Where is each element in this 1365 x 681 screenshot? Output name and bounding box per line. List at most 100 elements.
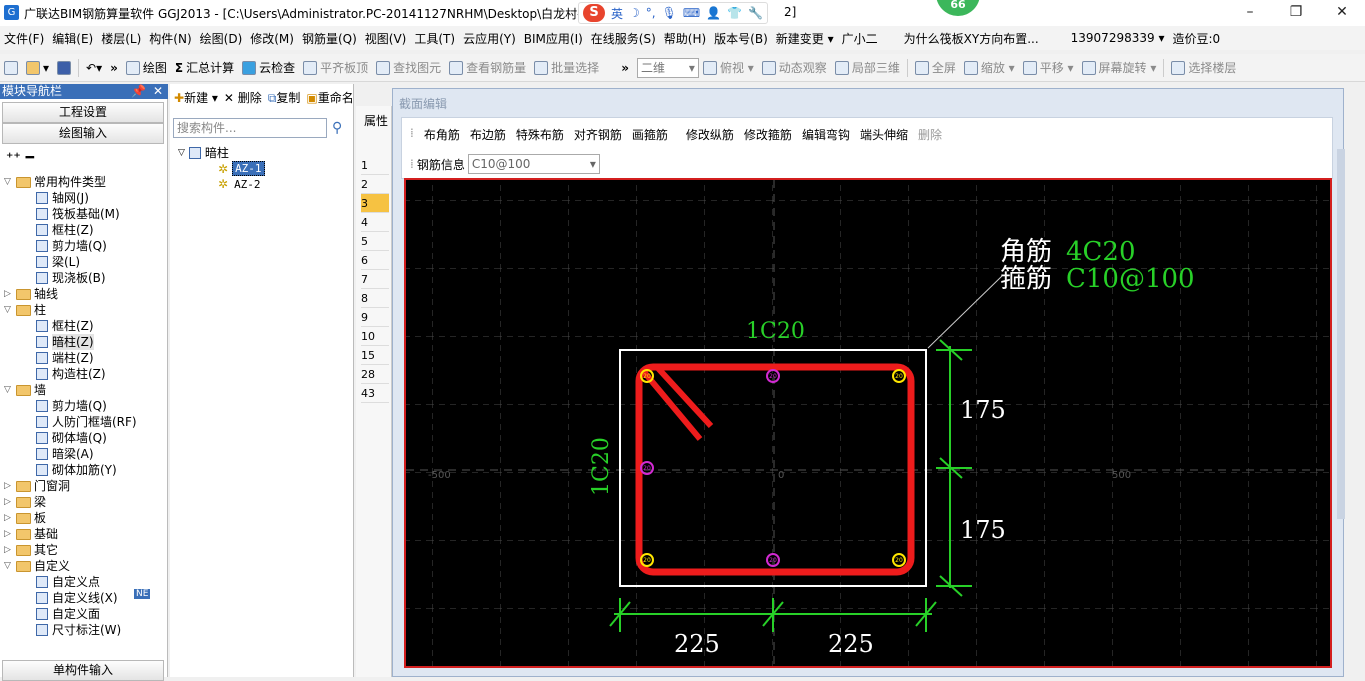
tree-item[interactable]: 框柱(Z) — [4, 222, 164, 238]
menu-item[interactable]: 为什么筏板XY方向布置... — [900, 30, 1043, 47]
menu-item[interactable]: 绘图(D) — [196, 30, 247, 47]
property-row-number[interactable]: 2 — [361, 175, 389, 194]
property-row-number[interactable]: 9 — [361, 308, 389, 327]
batch-select-button[interactable]: 批量选择 — [530, 59, 603, 76]
menu-item[interactable]: 楼层(L) — [97, 30, 145, 47]
moon-icon[interactable]: ☽ — [629, 6, 640, 20]
expand-icon[interactable]: ▷ — [4, 542, 16, 558]
select-floor-button[interactable]: 选择楼层 — [1167, 59, 1240, 76]
section-tool-button[interactable]: 特殊布筋 — [512, 126, 568, 143]
view-mode-select[interactable]: 二维 ▾ — [636, 57, 699, 78]
property-row-number[interactable]: 43 — [361, 384, 389, 403]
section-tool-button[interactable]: 布角筋 — [420, 126, 464, 143]
menu-item[interactable]: 视图(V) — [361, 30, 411, 47]
menu-item[interactable]: 新建变更 ▾ — [772, 30, 838, 47]
section-tool-button[interactable]: 端头伸缩 — [856, 126, 912, 143]
shirt-icon[interactable]: 👕 — [727, 6, 742, 20]
tree-folder[interactable]: ▽ 墙 — [4, 382, 164, 398]
drawing-input-button[interactable]: 绘图输入 — [2, 123, 164, 144]
tree-folder[interactable]: ▽ 自定义 — [4, 558, 164, 574]
tree-item[interactable]: 构造柱(Z) — [4, 366, 164, 382]
menu-item[interactable]: 云应用(Y) — [459, 30, 520, 47]
section-tool-button[interactable]: 布边筋 — [466, 126, 510, 143]
tree-item[interactable]: 现浇板(B) — [4, 270, 164, 286]
pan-button[interactable]: 平移 ▾ — [1019, 59, 1078, 76]
tree-item[interactable]: 自定义面 — [4, 606, 164, 622]
ime-lang[interactable]: 英 — [611, 5, 623, 22]
keyboard-icon[interactable]: ⌨ — [683, 6, 700, 20]
tree-item[interactable]: 梁(L) — [4, 254, 164, 270]
menu-item[interactable]: 钢筋量(Q) — [298, 30, 361, 47]
menu-item[interactable]: 工具(T) — [410, 30, 459, 47]
menu-item[interactable]: 在线服务(S) — [587, 30, 660, 47]
rotate-button[interactable]: 屏幕旋转 ▾ — [1078, 59, 1161, 76]
menu-item[interactable]: 编辑(E) — [48, 30, 97, 47]
menu-item[interactable]: 版本号(B) — [710, 30, 772, 47]
section-tool-button[interactable]: 编辑弯钩 — [798, 126, 854, 143]
property-row-number[interactable]: 5 — [361, 232, 389, 251]
tree-item[interactable]: 框柱(Z) — [4, 318, 164, 334]
expand-icon[interactable]: ▽ — [4, 302, 16, 318]
section-tool-button[interactable]: 画箍筋 — [628, 126, 672, 143]
local-3d-button[interactable]: 局部三维 — [831, 59, 904, 76]
save-icon[interactable] — [53, 60, 75, 75]
tree-item[interactable]: 人防门框墙(RF) — [4, 414, 164, 430]
section-canvas[interactable]: -500 0 500 20 20 20 20 20 20 20 角筋 4C20 … — [404, 178, 1332, 668]
tree-item[interactable]: 自定义点 — [4, 574, 164, 590]
expand-icon[interactable]: ▷ — [4, 526, 16, 542]
expand-collapse-icons[interactable]: ⁺⁺ ━ — [6, 150, 34, 166]
new-component-button[interactable]: ✚新建 ▾ — [174, 89, 218, 106]
delete-component-button[interactable]: ✕ 删除 — [224, 89, 262, 106]
property-row-number[interactable]: 10 — [361, 327, 389, 346]
fullscreen-button[interactable]: 全屏 — [911, 59, 960, 76]
expand-icon[interactable]: ▷ — [4, 510, 16, 526]
expand-icon[interactable]: ▽ — [4, 558, 16, 574]
close-button[interactable]: ✕ — [1322, 2, 1362, 22]
tree-item[interactable]: 轴网(J) — [4, 190, 164, 206]
menu-item[interactable]: 13907298339 ▾ — [1067, 31, 1169, 45]
tree-item[interactable]: 剪力墙(Q) — [4, 238, 164, 254]
top-view-button[interactable]: 俯视 ▾ — [699, 59, 758, 76]
view-rebar-button[interactable]: 查看钢筋量 — [445, 59, 530, 76]
property-row-number[interactable]: 6 — [361, 251, 389, 270]
tree-folder[interactable]: ▷ 其它 — [4, 542, 164, 558]
property-row-number[interactable]: 28 — [361, 365, 389, 384]
minimize-button[interactable]: – — [1230, 2, 1270, 22]
property-row-number[interactable]: 3 — [361, 194, 389, 213]
nav-close-icon[interactable]: ✕ — [153, 84, 163, 99]
property-row-number[interactable]: 7 — [361, 270, 389, 289]
score-badge[interactable]: 66 — [936, 0, 980, 16]
undo-icon[interactable]: ↶▾ — [82, 61, 106, 75]
summary-calc-button[interactable]: Σ 汇总计算 — [171, 59, 238, 76]
find-element-button[interactable]: 查找图元 — [372, 59, 445, 76]
expand-icon[interactable]: ▷ — [4, 286, 16, 302]
property-row-number[interactable]: 15 — [361, 346, 389, 365]
component-item[interactable]: ✲ AZ-2 — [218, 177, 263, 191]
section-tool-button[interactable]: 删除 — [914, 126, 946, 143]
component-item[interactable]: ✲ AZ-1 — [218, 161, 265, 176]
tree-item[interactable]: 端柱(Z) — [4, 350, 164, 366]
property-row-number[interactable]: 1 — [361, 156, 389, 175]
single-component-input-button[interactable]: 单构件输入 — [2, 660, 164, 681]
section-tool-button[interactable]: 修改纵筋 — [682, 126, 738, 143]
punct-icon[interactable]: °, — [646, 6, 656, 20]
cloud-check-button[interactable]: 云检查 — [238, 59, 299, 76]
expand-icon[interactable]: ▽ — [4, 174, 16, 190]
align-top-button[interactable]: 平齐板顶 — [299, 59, 372, 76]
tree-item[interactable]: 暗梁(A) — [4, 446, 164, 462]
menu-item[interactable]: 文件(F) — [0, 30, 48, 47]
menu-item[interactable]: BIM应用(I) — [520, 30, 587, 47]
tree-folder[interactable]: ▷ 板 — [4, 510, 164, 526]
tree-folder[interactable]: ▷ 基础 — [4, 526, 164, 542]
maximize-button[interactable]: ❐ — [1276, 2, 1316, 22]
rename-component-button[interactable]: ▣重命名 — [306, 89, 353, 106]
menu-item[interactable]: 修改(M) — [246, 30, 298, 47]
zoom-button[interactable]: 缩放 ▾ — [960, 59, 1019, 76]
menu-item[interactable]: 广小二 — [838, 30, 882, 47]
rebar-info-select[interactable]: C10@100 ▾ — [467, 154, 600, 174]
draw-button[interactable]: 绘图 — [122, 59, 171, 76]
component-search-input[interactable]: 搜索构件... — [173, 118, 327, 138]
section-tool-button[interactable]: 修改箍筋 — [740, 126, 796, 143]
mic-icon[interactable]: 🎙 — [662, 6, 677, 20]
section-tool-button[interactable]: 对齐钢筋 — [570, 126, 626, 143]
